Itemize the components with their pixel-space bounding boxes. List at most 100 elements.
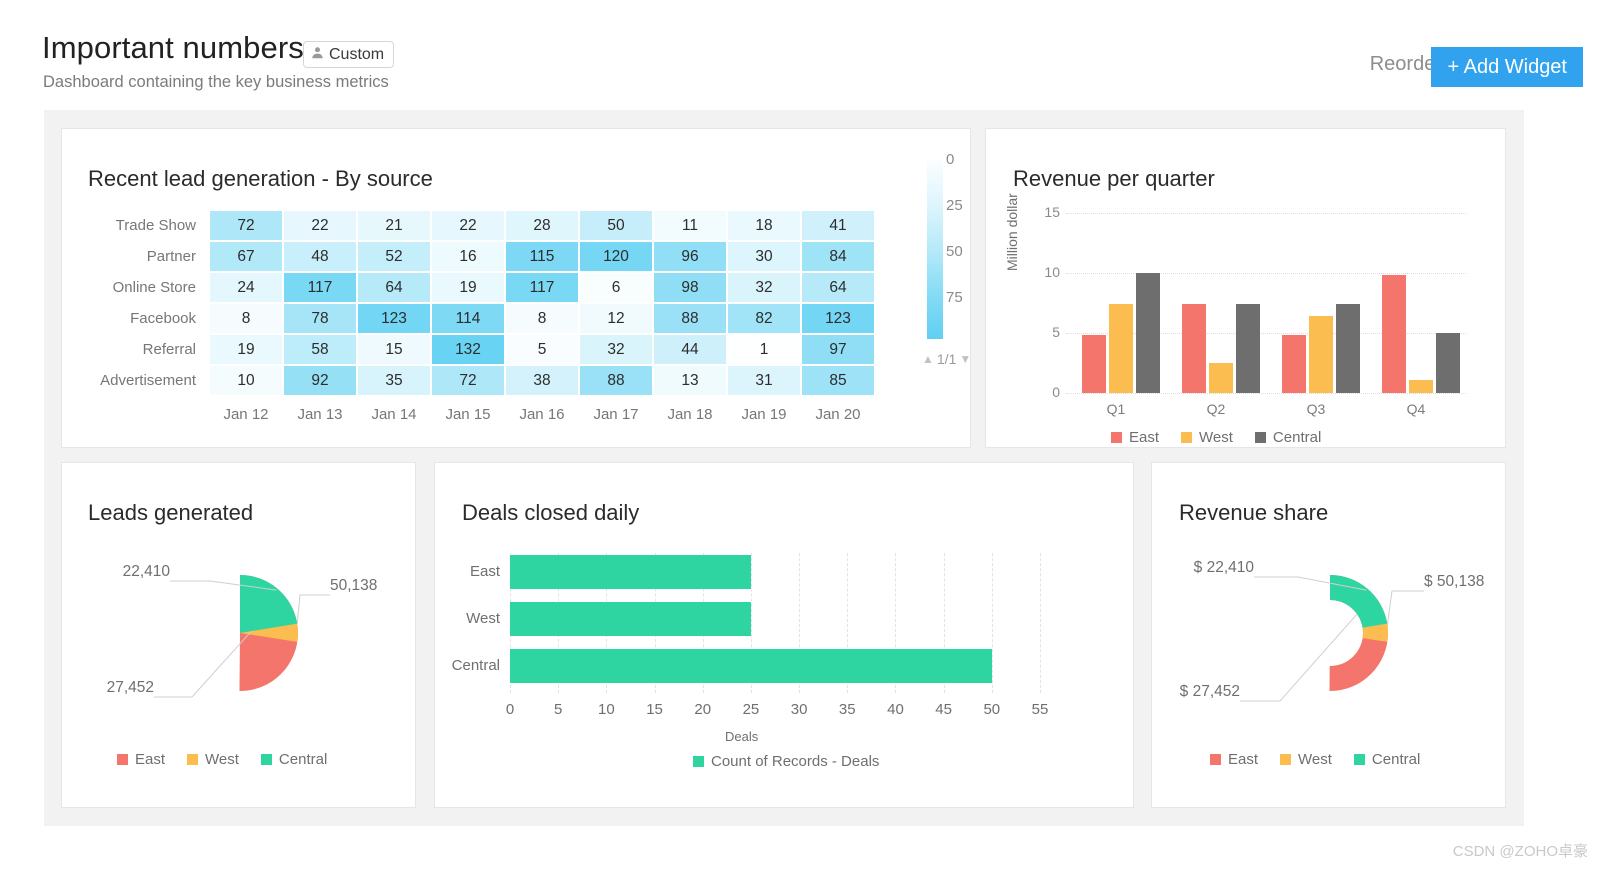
heatmap-cell[interactable]: 41 [802,211,874,240]
heatmap-cell[interactable]: 84 [802,242,874,271]
heatmap-cell[interactable]: 72 [210,211,282,240]
heatmap-cell[interactable]: 5 [506,335,578,364]
bar[interactable] [1109,304,1133,393]
heatmap-cell[interactable]: 123 [358,304,430,333]
widget-recent-lead-generation[interactable]: Recent lead generation - By source Trade… [61,128,971,448]
legend-item[interactable]: East [1210,751,1258,768]
heatmap-cell[interactable]: 38 [506,366,578,395]
add-widget-button[interactable]: + Add Widget [1431,47,1583,87]
pie-chart[interactable]: 50,13827,45222,410 [62,525,417,740]
legend-item[interactable]: East [1111,429,1159,446]
heatmap-pagination[interactable]: ▲ 1/1 ▼ [922,351,971,367]
widget-revenue-per-quarter[interactable]: Revenue per quarter Million dollar 05101… [985,128,1506,448]
heatmap-cell[interactable]: 120 [580,242,652,271]
widget-deals-closed-daily[interactable]: Deals closed daily Deals 051015202530354… [434,462,1134,808]
heatmap-cell[interactable]: 64 [802,273,874,302]
heatmap-cell[interactable]: 85 [802,366,874,395]
heatmap-cell[interactable]: 15 [358,335,430,364]
chart-legend[interactable]: Count of Records - Deals [693,753,879,770]
widget-leads-generated[interactable]: Leads generated 50,13827,45222,410 EastW… [61,462,416,808]
heatmap-cell[interactable]: 98 [654,273,726,302]
heatmap-cell[interactable]: 31 [728,366,800,395]
legend-item[interactable]: West [1181,429,1233,446]
heatmap-cell[interactable]: 132 [432,335,504,364]
heatmap-cell[interactable]: 32 [580,335,652,364]
chart-legend[interactable]: East West Central [117,751,327,768]
bar[interactable] [510,602,751,636]
heatmap-cell[interactable]: 24 [210,273,282,302]
bar[interactable] [1436,333,1460,393]
donut-chart[interactable]: $ 50,138$ 27,452$ 22,410 [1152,525,1507,740]
heatmap-cell[interactable]: 21 [358,211,430,240]
heatmap-cell[interactable]: 92 [284,366,356,395]
bar[interactable] [1382,275,1406,393]
heatmap-cell[interactable]: 88 [654,304,726,333]
heatmap-cell[interactable]: 19 [210,335,282,364]
pie-slice[interactable] [1330,575,1387,628]
page-up-icon[interactable]: ▲ [922,352,934,366]
heatmap-cell[interactable]: 115 [506,242,578,271]
heatmap-cell[interactable]: 6 [580,273,652,302]
page-down-icon[interactable]: ▼ [959,352,971,366]
widget-revenue-share[interactable]: Revenue share $ 50,138$ 27,452$ 22,410 E… [1151,462,1506,808]
legend-item[interactable]: Count of Records - Deals [693,753,879,770]
heatmap-cell[interactable]: 1 [728,335,800,364]
legend-item[interactable]: West [1280,751,1332,768]
bar[interactable] [1309,316,1333,393]
heatmap-cell[interactable]: 48 [284,242,356,271]
heatmap-cell[interactable]: 64 [358,273,430,302]
heatmap-cell[interactable]: 78 [284,304,356,333]
bar[interactable] [1082,335,1106,393]
heatmap-cell[interactable]: 97 [802,335,874,364]
heatmap-cell[interactable]: 19 [432,273,504,302]
heatmap-cell[interactable]: 67 [210,242,282,271]
heatmap-chart[interactable]: Trade Show722221222850111841Partner67485… [88,209,876,425]
heatmap-cell[interactable]: 96 [654,242,726,271]
heatmap-cell[interactable]: 72 [432,366,504,395]
legend-item[interactable]: Central [1354,751,1420,768]
custom-badge[interactable]: Custom [303,41,394,68]
heatmap-cell[interactable]: 22 [432,211,504,240]
heatmap-cell[interactable]: 8 [506,304,578,333]
heatmap-cell[interactable]: 28 [506,211,578,240]
legend-item[interactable]: West [187,751,239,768]
heatmap-cell[interactable]: 52 [358,242,430,271]
legend-item[interactable]: Central [261,751,327,768]
heatmap-cell[interactable]: 22 [284,211,356,240]
bar[interactable] [1409,380,1433,393]
bar[interactable] [1282,335,1306,393]
heatmap-cell[interactable]: 13 [654,366,726,395]
heatmap-cell[interactable]: 11 [654,211,726,240]
heatmap-cell[interactable]: 123 [802,304,874,333]
heatmap-cell[interactable]: 12 [580,304,652,333]
legend-item[interactable]: East [117,751,165,768]
heatmap-cell[interactable]: 88 [580,366,652,395]
legend-item[interactable]: Central [1255,429,1321,446]
heatmap-cell[interactable]: 35 [358,366,430,395]
heatmap-grid[interactable]: Trade Show722221222850111841Partner67485… [88,209,876,425]
bar[interactable] [1236,304,1260,393]
heatmap-cell[interactable]: 114 [432,304,504,333]
heatmap-cell[interactable]: 82 [728,304,800,333]
heatmap-cell[interactable]: 44 [654,335,726,364]
heatmap-cell[interactable]: 30 [728,242,800,271]
bar[interactable] [1336,304,1360,393]
heatmap-cell[interactable]: 117 [284,273,356,302]
deals-bar-chart[interactable]: Deals 0510152025303540455055EastWestCent… [510,553,1040,693]
heatmap-cell[interactable]: 58 [284,335,356,364]
revenue-bar-chart[interactable]: Million dollar 051015Q1Q2Q3Q4 [1066,213,1466,393]
bar[interactable] [510,555,751,589]
heatmap-cell[interactable]: 117 [506,273,578,302]
pie-slice[interactable] [240,575,297,633]
chart-legend[interactable]: East West Central [1111,429,1321,446]
bar[interactable] [1209,363,1233,393]
heatmap-cell[interactable]: 10 [210,366,282,395]
bar[interactable] [510,649,992,683]
bar[interactable] [1182,304,1206,393]
heatmap-cell[interactable]: 50 [580,211,652,240]
heatmap-cell[interactable]: 8 [210,304,282,333]
chart-legend[interactable]: East West Central [1210,751,1420,768]
bar[interactable] [1136,273,1160,393]
heatmap-cell[interactable]: 18 [728,211,800,240]
heatmap-cell[interactable]: 32 [728,273,800,302]
